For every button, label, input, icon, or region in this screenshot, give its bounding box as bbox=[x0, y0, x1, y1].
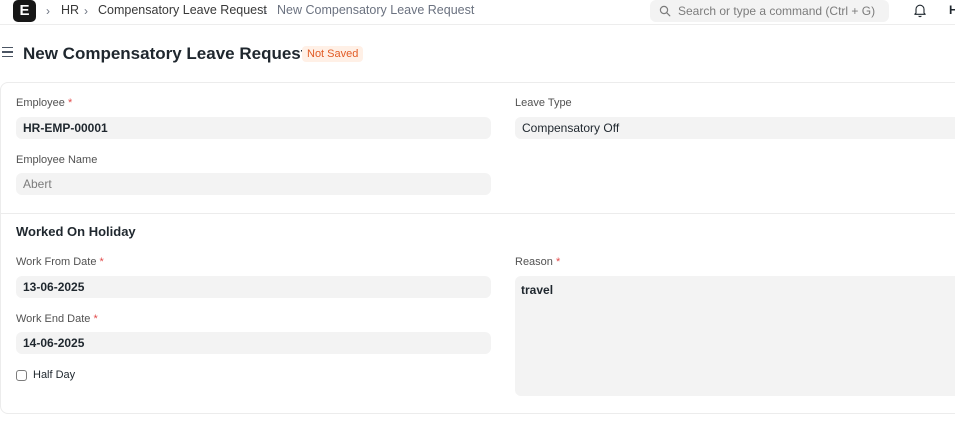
breadcrumb-current: New Compensatory Leave Request bbox=[277, 3, 475, 17]
half-day-label[interactable]: Half Day bbox=[33, 369, 75, 381]
chevron-right-icon: › bbox=[263, 4, 267, 18]
status-badge: Not Saved bbox=[302, 46, 364, 62]
employee-label: Employee * bbox=[16, 97, 73, 109]
search-bar[interactable]: Search or type a command (Ctrl + G) bbox=[650, 0, 889, 22]
app-logo[interactable]: E bbox=[13, 0, 36, 22]
search-icon bbox=[659, 5, 671, 17]
reason-textarea[interactable]: travel bbox=[515, 276, 955, 396]
top-navbar: E › HR › Compensatory Leave Request › Ne… bbox=[0, 0, 955, 25]
work-from-date-field[interactable]: 13-06-2025 bbox=[16, 276, 491, 298]
employee-field[interactable]: HR-EMP-00001 bbox=[16, 117, 491, 139]
section-title-worked-on-holiday: Worked On Holiday bbox=[16, 224, 136, 239]
employee-name-field: Abert bbox=[16, 173, 491, 195]
work-from-date-label: Work From Date * bbox=[16, 256, 104, 268]
section-divider bbox=[0, 213, 955, 214]
breadcrumb-hr[interactable]: HR bbox=[61, 3, 79, 17]
employee-name-label: Employee Name bbox=[16, 154, 98, 166]
half-day-checkbox[interactable] bbox=[16, 370, 27, 381]
notification-bell-icon[interactable] bbox=[913, 3, 927, 18]
sidebar-toggle-icon[interactable] bbox=[2, 47, 13, 59]
leave-type-label: Leave Type bbox=[515, 97, 572, 109]
page-title: New Compensatory Leave Request bbox=[23, 44, 307, 63]
chevron-right-icon: › bbox=[46, 4, 50, 18]
search-placeholder: Search or type a command (Ctrl + G) bbox=[678, 4, 876, 18]
work-end-date-label: Work End Date * bbox=[16, 313, 98, 325]
user-avatar[interactable]: H bbox=[949, 3, 955, 17]
breadcrumb-compensatory-leave-request[interactable]: Compensatory Leave Request bbox=[98, 3, 267, 17]
chevron-right-icon: › bbox=[84, 4, 88, 18]
leave-type-field[interactable]: Compensatory Off bbox=[515, 117, 955, 139]
work-end-date-field[interactable]: 14-06-2025 bbox=[16, 332, 491, 354]
reason-label: Reason * bbox=[515, 256, 561, 268]
